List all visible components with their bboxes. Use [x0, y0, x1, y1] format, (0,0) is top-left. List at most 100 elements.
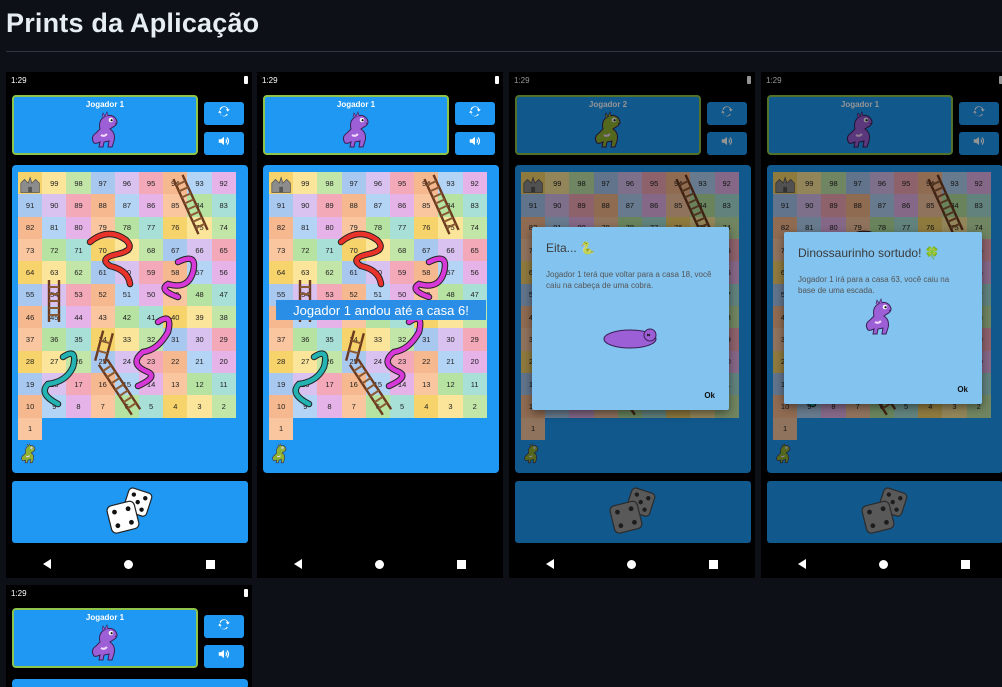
back-icon[interactable]: [797, 559, 806, 569]
restart-button[interactable]: [204, 615, 244, 638]
recents-icon[interactable]: [709, 559, 719, 569]
home-icon[interactable]: [123, 559, 133, 569]
board-cell: 5: [139, 395, 164, 418]
board-cell: 8: [66, 395, 91, 418]
board-cell: 79: [341, 216, 366, 239]
restart-button[interactable]: [204, 102, 244, 125]
board-cell: 82: [18, 216, 43, 239]
board-cell: 13: [163, 372, 188, 396]
recents-icon[interactable]: [206, 559, 216, 569]
board-cell: 7: [341, 395, 366, 418]
board-cell: 71: [317, 238, 342, 262]
board-cell: 35: [66, 328, 91, 351]
board-cell: 78: [365, 216, 390, 239]
board-cell: 81: [42, 216, 67, 239]
board-cell: 31: [414, 328, 439, 351]
board-cell: 96: [365, 172, 390, 195]
board-cell: 45: [42, 305, 67, 329]
refresh-icon: [217, 104, 231, 123]
board-cell: 70: [341, 238, 366, 262]
board-cell: 84: [187, 194, 212, 217]
dice-panel[interactable]: [12, 481, 248, 543]
board-cell: 75: [187, 216, 212, 239]
board-cell: 25: [341, 350, 366, 373]
back-icon[interactable]: [545, 559, 554, 569]
board-cell: 68: [139, 238, 164, 262]
board-cell: 66: [438, 238, 463, 262]
board-cell: 32: [390, 328, 415, 351]
board-panel: 9998979695949392919089888786858483828180…: [12, 165, 248, 473]
home-icon[interactable]: [878, 559, 888, 569]
sound-button[interactable]: [204, 132, 244, 155]
home-icon[interactable]: [626, 559, 636, 569]
board-cell: 20: [462, 350, 487, 373]
recents-icon[interactable]: [961, 559, 971, 569]
board-cell: 80: [317, 216, 342, 239]
board-cell: 3: [438, 395, 463, 418]
dialog-message: Jogador 1 terá que voltar para a casa 18…: [546, 270, 712, 290]
recents-icon[interactable]: [457, 559, 467, 569]
board-cell: 98: [66, 172, 91, 195]
phone-screenshot: 1:29 Jogador 1: [6, 585, 252, 687]
board-cell: 57: [438, 261, 463, 284]
board-cell: 41: [139, 305, 164, 329]
board-cell: 56: [211, 261, 236, 284]
board-cell: 88: [90, 194, 115, 217]
board-cell: 97: [90, 172, 115, 195]
event-dialog: Eita... 🐍 Jogador 1 terá que voltar para …: [532, 227, 729, 410]
board-cell: 64: [269, 261, 294, 284]
board-cell: 78: [114, 216, 139, 239]
board-cell: 65: [462, 238, 487, 262]
restart-button[interactable]: [455, 102, 495, 125]
board-cell: 61: [341, 261, 366, 284]
board-cell: 15: [365, 372, 390, 396]
board-cell: 53: [66, 283, 91, 306]
back-icon[interactable]: [42, 559, 51, 569]
android-nav-bar: [509, 550, 755, 578]
board-cell: 62: [317, 261, 342, 284]
board-cell: 3: [187, 395, 212, 418]
board-cell: 84: [438, 194, 463, 217]
board-cell: 64: [18, 261, 43, 284]
board-cell: 17: [66, 372, 91, 396]
sound-button[interactable]: [204, 645, 244, 668]
board-cell: 98: [317, 172, 342, 195]
dialog-ok-button[interactable]: Ok: [957, 385, 968, 394]
board-cell: 68: [390, 238, 415, 262]
start-castle-icon: [18, 172, 43, 195]
board-cell: 6: [114, 395, 139, 418]
board-cell: 30: [438, 328, 463, 351]
board-cell: 96: [114, 172, 139, 195]
board-cell: 11: [462, 372, 487, 396]
board-cell: 42: [114, 305, 139, 329]
board-cell: 85: [414, 194, 439, 217]
board-cell: 23: [139, 350, 164, 373]
board-cell: 34: [90, 328, 115, 351]
board-cell: 33: [114, 328, 139, 351]
sound-button[interactable]: [455, 132, 495, 155]
dice-icon[interactable]: [100, 483, 160, 543]
phone-screenshot: 1:29 Jogador 1 99 98 97 96 95 94 93 92 91 90 89 88 87…: [761, 72, 1002, 578]
board-cell: 18: [42, 372, 67, 396]
board-cell: 92: [211, 172, 236, 195]
board-cell: 40: [163, 305, 188, 329]
dialog-ok-button[interactable]: Ok: [704, 391, 715, 400]
board-cell: 8: [317, 395, 342, 418]
home-icon[interactable]: [374, 559, 384, 569]
dialog-title: Dinossaurinho sortudo! 🍀: [798, 246, 940, 260]
board-cell: 59: [390, 261, 415, 284]
board-cell: 62: [66, 261, 91, 284]
move-toast: Jogador 1 andou até a casa 6!: [276, 300, 486, 320]
board-cell: 29: [462, 328, 487, 351]
board-cell: 16: [341, 372, 366, 396]
status-time: 1:29: [11, 589, 27, 598]
board-cell: 46: [18, 305, 43, 329]
board-cell: 55: [18, 283, 43, 306]
board-cell: 57: [187, 261, 212, 284]
player-card: Jogador 1: [263, 95, 449, 155]
back-icon[interactable]: [293, 559, 302, 569]
volume-icon: [217, 134, 231, 153]
dino-avatar-icon: [337, 111, 377, 151]
board-cell: 22: [163, 350, 188, 373]
start-castle-icon: [269, 172, 294, 195]
